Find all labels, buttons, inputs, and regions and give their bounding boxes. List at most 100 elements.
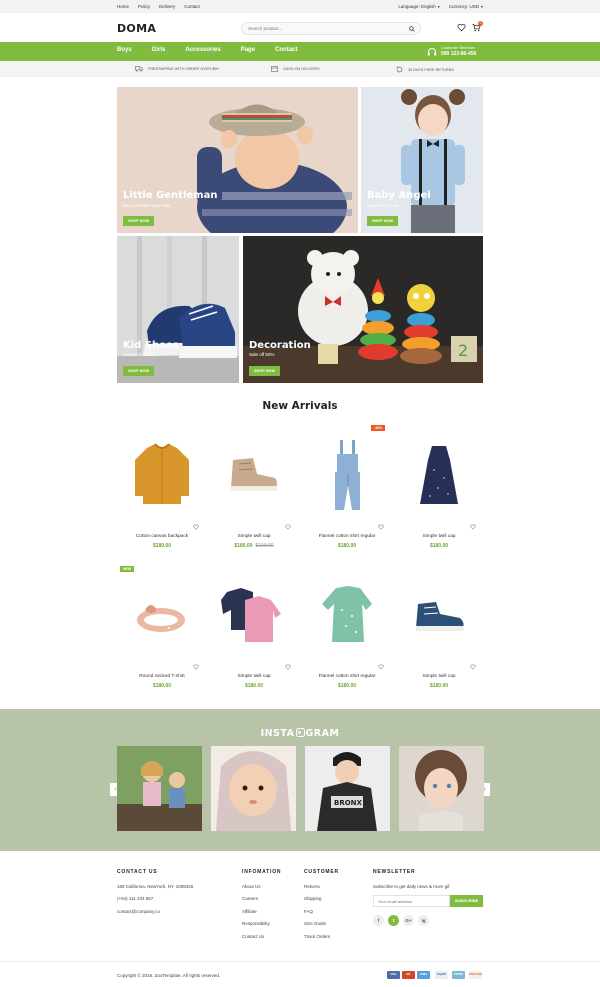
service-free-shipping: Freeshiping with order over $99 [135, 66, 218, 72]
product-name[interactable]: Simple twill cap [394, 674, 484, 679]
svg-text:2: 2 [458, 341, 468, 360]
heart-icon[interactable] [378, 524, 384, 530]
product-name[interactable]: Round necked T-shirt [117, 674, 207, 679]
service-returns: 30 days free returns [396, 66, 454, 73]
footer-link-shipping[interactable]: Shipping [304, 896, 339, 901]
contact-email[interactable]: contact@company.co [117, 909, 193, 914]
top-link-delivery[interactable]: Delivery [159, 4, 175, 9]
instagram-photo[interactable] [117, 746, 202, 831]
product-price: $180.00 [394, 543, 484, 549]
contact-phone[interactable]: (+84) 111 234 567 [117, 896, 193, 901]
instagram-section: INSTA GRAM ‹ › BRONX [0, 709, 600, 851]
amex-icon: AMEX [417, 971, 430, 979]
heart-icon[interactable] [285, 524, 291, 530]
footer-link-about[interactable]: About Us [242, 884, 281, 889]
boy-with-hat-image [117, 87, 358, 233]
product-name[interactable]: Flannel cotton shirt regular [302, 674, 392, 679]
footer-heading: CONTACT US [117, 869, 158, 875]
heart-icon[interactable] [193, 524, 199, 530]
heart-icon[interactable] [470, 524, 476, 530]
heart-icon[interactable] [285, 664, 291, 670]
sweater-icon [135, 443, 189, 504]
product-card[interactable]: Simple twill cap $180.00 $199.00 [209, 430, 299, 560]
footer-link-size-guide[interactable]: Size Guide [304, 921, 339, 926]
banner-title: Baby Angel [367, 190, 431, 201]
shop-now-button[interactable]: SHOP NOW [367, 216, 399, 226]
nav-item-girls[interactable]: Girls [152, 47, 166, 53]
service-cod: Cash on delivery [271, 66, 320, 72]
instagram-photo[interactable] [399, 746, 484, 831]
footer-link-returns[interactable]: Returns [304, 884, 339, 889]
product-name[interactable]: Simple twill cap [209, 534, 299, 539]
product-card[interactable]: Flannel cotton shirt regular $180.00 [302, 570, 392, 700]
subscribe-button[interactable]: SUBSCRIBE [450, 895, 483, 907]
banner-title: Little Gentleman [123, 190, 218, 201]
instagram-title: INSTA GRAM [0, 727, 600, 739]
footer-link-careers[interactable]: Careers [242, 896, 281, 901]
kid-shoes-image [117, 236, 239, 383]
nav-item-contact[interactable]: Contact [275, 47, 297, 53]
product-card[interactable]: NEW Round necked T-shirt $180.00 [117, 566, 207, 700]
currency-selector[interactable]: Currency: USD ▾ [449, 4, 483, 9]
nav-item-page[interactable]: Page [241, 47, 255, 53]
banner-decoration[interactable]: 2 Decoration Sale off 50% SHOP NOW [243, 236, 483, 383]
product-price: $180.00 [117, 543, 207, 549]
banner-baby-angel[interactable]: Baby Angel Natural & Clean SHOP NOW [361, 87, 483, 233]
price-old: $199.00 [255, 543, 274, 549]
language-selector[interactable]: Language: English ▾ [398, 4, 439, 9]
product-name[interactable]: Simple twill cap [209, 674, 299, 679]
logo[interactable]: DOMA [117, 22, 156, 35]
price-current: $180.00 [337, 543, 357, 549]
product-price: $180.00 [302, 683, 392, 689]
footer-link-responsibility[interactable]: Responsibility [242, 921, 281, 926]
top-link-home[interactable]: Home [117, 4, 129, 9]
overalls-icon [335, 440, 360, 510]
search-icon[interactable] [409, 26, 415, 32]
banner-little-gentleman[interactable]: Little Gentleman Easy to make your look … [117, 87, 358, 233]
product-card[interactable]: Simple twill cap $180.00 [394, 430, 484, 560]
product-card[interactable]: Simple twill cap $180.00 [394, 570, 484, 700]
product-card[interactable]: Cotton canvas backpack $180.00 [117, 430, 207, 560]
shop-now-button[interactable]: SHOP NOW [123, 366, 155, 376]
product-name[interactable]: Cotton canvas backpack [117, 534, 207, 539]
heart-icon[interactable] [457, 23, 466, 32]
top-link-contact[interactable]: Contact [184, 4, 200, 9]
wallet-icon [271, 66, 278, 72]
banner-kid-shoes[interactable]: Kid Shoes Natural & Clean SHOP NOW [117, 236, 239, 383]
top-link-policy[interactable]: Policy [138, 4, 150, 9]
product-name[interactable]: Flannel cotton shirt regular [302, 534, 392, 539]
footer-information: INFOMATION About Us Careers Affiliate Re… [242, 869, 281, 946]
heart-icon[interactable] [193, 664, 199, 670]
heart-icon[interactable] [470, 664, 476, 670]
product-card[interactable]: Simple twill cap $180.00 [209, 570, 299, 700]
nav-item-boys[interactable]: Boys [117, 47, 132, 53]
instagram-icon[interactable]: ig [418, 915, 429, 926]
customer-service-phone[interactable]: 090 123-86-456 [441, 51, 476, 57]
girl-in-suspenders-image [361, 87, 483, 233]
banner-subtitle: Natural & Clean [367, 203, 399, 208]
customer-service: Customer Services 090 123-86-456 [427, 45, 487, 59]
shop-now-button[interactable]: SHOP NOW [249, 366, 281, 376]
footer-link-faq[interactable]: FAQ [304, 909, 339, 914]
product-price: $180.00 [394, 683, 484, 689]
main-nav: Boys Girls Accessories Page Contact Cust… [0, 42, 600, 61]
instagram-photo[interactable]: BRONX [305, 746, 390, 831]
newsletter-email-input[interactable] [373, 895, 450, 907]
product-name[interactable]: Simple twill cap [394, 534, 484, 539]
footer-link-affiliate[interactable]: Affiliate [242, 909, 281, 914]
heart-icon[interactable] [378, 664, 384, 670]
service-strip: Freeshiping with order over $99 Cash on … [0, 61, 600, 77]
shop-now-button[interactable]: SHOP NOW [123, 216, 155, 226]
product-card[interactable]: -40% Flannel cotton shirt regular $180.0… [302, 425, 392, 560]
google-plus-icon[interactable]: G+ [403, 915, 414, 926]
footer-link-track-orders[interactable]: Track Orders [304, 934, 339, 939]
headband-icon [137, 605, 185, 632]
instagram-photo[interactable] [211, 746, 296, 831]
nav-item-accessories[interactable]: Accessories [185, 47, 220, 53]
facebook-icon[interactable]: f [373, 915, 384, 926]
shirts-icon [221, 588, 281, 642]
blouse-icon [322, 586, 372, 642]
twitter-icon[interactable]: t [388, 915, 399, 926]
search-input[interactable] [248, 26, 398, 31]
footer-link-contact[interactable]: Contact Us [242, 934, 281, 939]
